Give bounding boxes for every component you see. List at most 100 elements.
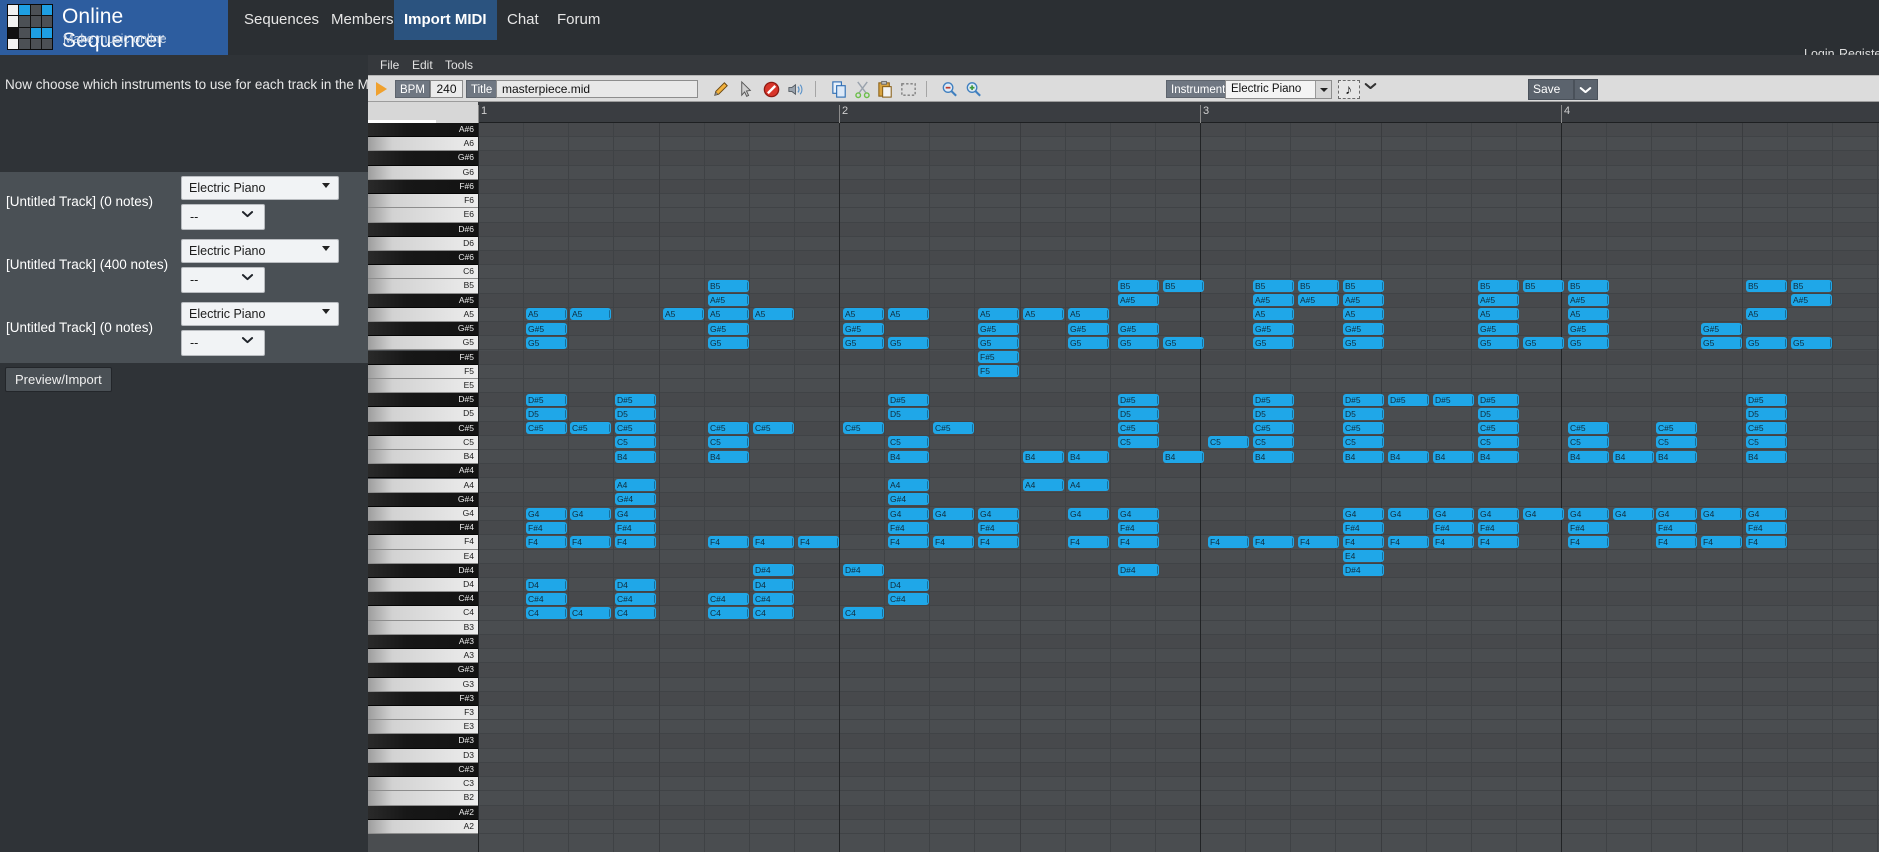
piano-key-Fsharp3[interactable]: F#3 [368,691,478,706]
note-block[interactable]: G5 [1568,336,1609,349]
note-block[interactable]: C5 [888,436,929,449]
note-block[interactable]: C#5 [526,422,567,435]
note-block[interactable]: F#4 [1343,521,1384,534]
note-block[interactable]: D#5 [1253,393,1294,406]
zoom-in-icon[interactable] [964,80,983,99]
piano-key-Asharp3[interactable]: A#3 [368,634,478,650]
grid-row[interactable] [478,649,1879,664]
note-block[interactable]: G4 [1118,507,1159,520]
piano-key-F4[interactable]: F4 [368,535,478,550]
note-block[interactable]: G4 [615,507,656,520]
note-block[interactable]: B5 [708,280,749,293]
piano-key-Asharp6[interactable]: A#6 [368,123,478,138]
note-block[interactable]: D#5 [1433,393,1474,406]
note-block[interactable]: D5 [1253,408,1294,420]
grid-row[interactable] [478,805,1879,820]
piano-key-G3[interactable]: G3 [368,677,478,692]
grid-row[interactable] [478,265,1879,280]
note-block[interactable]: A#5 [1298,294,1339,307]
piano-keyboard[interactable]: A#6 A6 G#6 G6 F#6 F6 E6 D#6 D6 C#6 C6 B5 A#5 A5 G#5 G5 F… [368,123,478,852]
note-block[interactable]: D#5 [1118,393,1159,406]
note-block[interactable]: B4 [1253,450,1294,463]
copy-icon[interactable] [830,80,849,99]
grid-row[interactable] [478,379,1879,394]
note-block[interactable]: D4 [753,578,794,591]
grid-row[interactable] [478,634,1879,650]
note-block[interactable]: F4 [1656,535,1697,548]
note-block[interactable]: G4 [1478,507,1519,520]
piano-key-Fsharp5[interactable]: F#5 [368,350,478,365]
grid-row[interactable] [478,407,1879,422]
note-block[interactable]: C4 [708,607,749,620]
save-chevron-down-icon[interactable] [1574,79,1598,100]
grid-row[interactable] [478,550,1879,564]
grid-row[interactable] [478,237,1879,251]
piano-key-C5[interactable]: C5 [368,435,478,451]
grid-row[interactable] [478,563,1879,578]
note-block[interactable]: C5 [1208,436,1249,449]
piano-key-Dsharp3[interactable]: D#3 [368,734,478,749]
note-block[interactable]: A5 [570,308,611,321]
grid-row[interactable] [478,194,1879,209]
zoom-out-icon[interactable] [940,80,959,99]
piano-key-G4[interactable]: G4 [368,506,478,522]
note-block[interactable]: A5 [978,308,1019,321]
note-block[interactable]: C#5 [1656,422,1697,435]
note-block[interactable]: G5 [888,336,929,349]
grid-row[interactable] [478,208,1879,223]
note-block[interactable]: F4 [1068,535,1109,548]
note-block[interactable]: G#5 [843,322,884,335]
note-block[interactable]: A#5 [1343,294,1384,307]
nav-item-members[interactable]: Members [321,0,404,40]
nav-item-forum[interactable]: Forum [547,0,610,40]
note-block[interactable]: C#5 [1568,422,1609,435]
note-block[interactable]: B5 [1791,280,1832,293]
note-block[interactable]: A#5 [1118,294,1159,307]
note-block[interactable]: G#4 [615,493,656,506]
note-block[interactable]: C#4 [526,592,567,605]
note-block[interactable]: A5 [708,308,749,321]
note-block[interactable]: C#5 [708,422,749,435]
note-block[interactable]: D5 [1343,408,1384,420]
note-block[interactable]: A5 [753,308,794,321]
note-block[interactable]: A5 [1023,308,1064,321]
piano-key-F3[interactable]: F3 [368,706,478,721]
piano-key-C3[interactable]: C3 [368,777,478,792]
grid-row[interactable] [478,479,1879,493]
note-block[interactable]: B4 [1478,450,1519,463]
note-block[interactable]: F4 [1388,535,1429,548]
note-block[interactable]: C5 [1118,436,1159,449]
note-block[interactable]: G5 [1478,336,1519,349]
grid-row[interactable] [478,663,1879,678]
note-block[interactable]: E4 [1343,550,1384,563]
note-block[interactable]: D5 [1746,408,1787,420]
preview-import-button[interactable]: Preview/Import [5,367,112,392]
grid-row[interactable] [478,592,1879,607]
menu-edit[interactable]: Edit [406,57,439,73]
piano-key-D5[interactable]: D5 [368,407,478,422]
note-block[interactable]: F#4 [1746,521,1787,534]
note-block[interactable]: G5 [1163,336,1204,349]
note-block[interactable]: A5 [1746,308,1787,321]
note-block[interactable]: F#4 [978,521,1019,534]
select-region-icon[interactable] [899,80,918,99]
note-block[interactable]: G5 [1118,336,1159,349]
piano-key-Csharp4[interactable]: C#4 [368,592,478,607]
note-block[interactable]: D4 [526,578,567,591]
note-block[interactable]: D5 [615,408,656,420]
note-block[interactable]: C4 [843,607,884,620]
note-block[interactable]: A#5 [708,294,749,307]
bpm-input[interactable]: 240 [430,80,463,98]
brand-area[interactable]: Online Sequencer Make music online [0,0,228,55]
grid-row[interactable] [478,621,1879,635]
note-block[interactable]: C5 [1253,436,1294,449]
note-block[interactable]: C#4 [615,592,656,605]
piano-key-E4[interactable]: E4 [368,549,478,564]
note-block[interactable]: A4 [888,479,929,492]
grid-row[interactable] [478,393,1879,408]
piano-key-A5[interactable]: A5 [368,307,478,323]
note-block[interactable]: F4 [1746,535,1787,548]
note-block[interactable]: G#5 [1478,322,1519,335]
note-block[interactable]: F#4 [1118,521,1159,534]
note-block[interactable]: A#5 [1253,294,1294,307]
